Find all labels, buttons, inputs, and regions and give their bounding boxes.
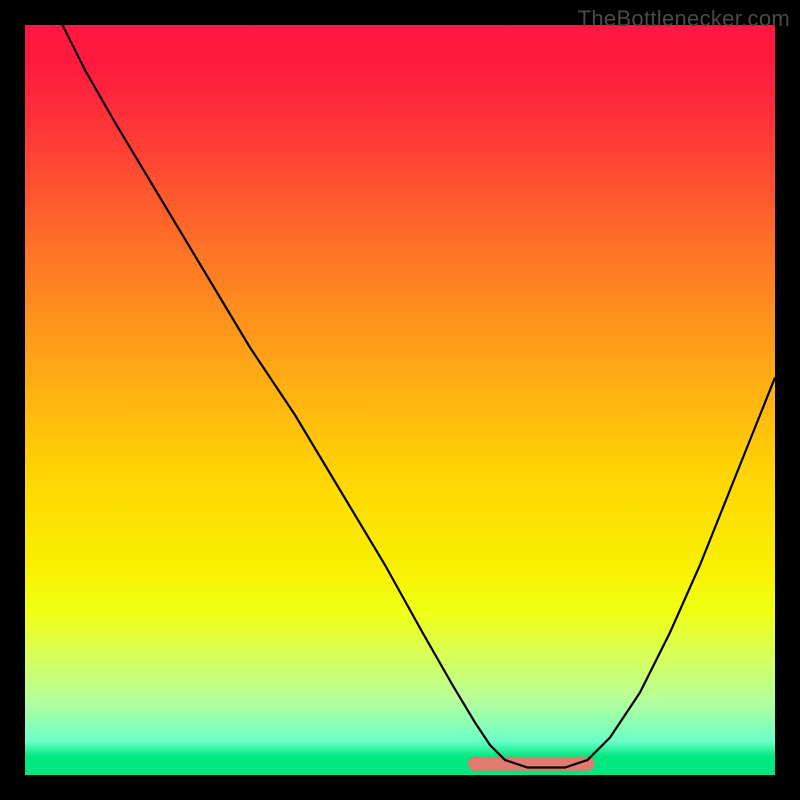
watermark-text: TheBottlenecker.com bbox=[578, 6, 790, 32]
plot-area bbox=[25, 25, 775, 775]
chart-frame: TheBottlenecker.com bbox=[0, 0, 800, 800]
curve-layer bbox=[25, 25, 775, 775]
bottleneck-curve bbox=[63, 25, 776, 768]
